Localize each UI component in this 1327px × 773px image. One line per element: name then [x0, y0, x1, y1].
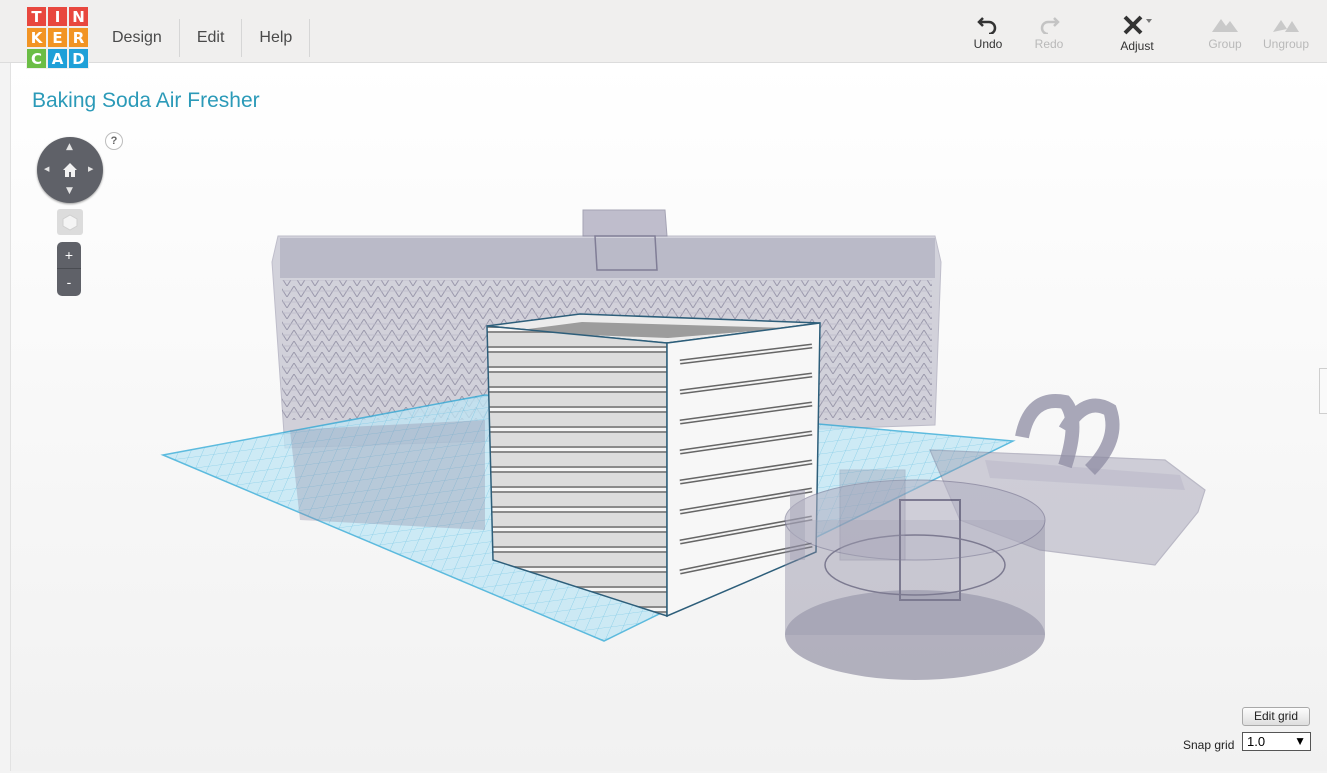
- logo-letter: C: [26, 48, 47, 69]
- ghost-mesh-lower: [290, 420, 485, 530]
- 3d-scene[interactable]: [0, 0, 1327, 773]
- orbit-right-icon[interactable]: ▶: [88, 165, 93, 174]
- orbit-left-icon[interactable]: ◀: [44, 165, 49, 174]
- zoom-out-button[interactable]: -: [57, 269, 81, 296]
- louvered-box[interactable]: [486, 313, 821, 618]
- zoom-in-button[interactable]: +: [57, 242, 81, 269]
- snap-grid-select[interactable]: 1.0 ▼: [1242, 732, 1311, 751]
- cube-icon: [62, 214, 78, 231]
- logo-letter: R: [68, 27, 89, 48]
- tinkercad-logo[interactable]: TINKERCAD: [26, 6, 89, 69]
- side-panel-tab[interactable]: [1319, 368, 1327, 414]
- orbit-up-icon[interactable]: ▲: [66, 143, 73, 152]
- logo-letter: E: [47, 27, 68, 48]
- orbit-control[interactable]: ▲ ▼ ◀ ▶: [37, 137, 103, 203]
- logo-letter: D: [68, 48, 89, 69]
- help-button[interactable]: ?: [105, 132, 123, 150]
- zoom-control: + -: [57, 242, 81, 296]
- chevron-down-icon: ▼: [1294, 734, 1306, 748]
- logo-letter: K: [26, 27, 47, 48]
- snap-grid-label: Snap grid: [1183, 738, 1235, 752]
- logo-letter: I: [47, 6, 68, 27]
- logo-letter: T: [26, 6, 47, 27]
- logo-letter: A: [47, 48, 68, 69]
- project-title[interactable]: Baking Soda Air Fresher: [32, 89, 260, 113]
- home-view-icon[interactable]: [60, 160, 80, 180]
- logo-letter: N: [68, 6, 89, 27]
- view-cube-button[interactable]: [57, 209, 83, 235]
- ghost-cylinder-shape[interactable]: [784, 469, 1046, 680]
- snap-grid-value: 1.0: [1247, 734, 1266, 749]
- orbit-down-icon[interactable]: ▼: [66, 187, 73, 196]
- edit-grid-button[interactable]: Edit grid: [1242, 707, 1310, 726]
